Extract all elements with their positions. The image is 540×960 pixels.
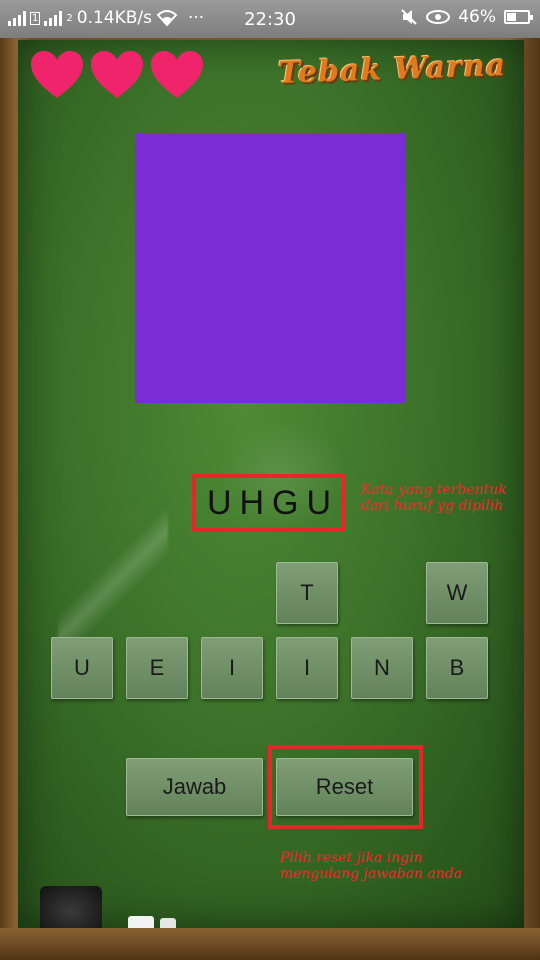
reset-highlight-box [268, 745, 423, 829]
letter-tile[interactable]: I [276, 637, 338, 699]
heart-icon [151, 51, 203, 98]
letter-tile[interactable]: N [351, 637, 413, 699]
eye-icon [426, 10, 451, 24]
heart-icon [31, 51, 83, 98]
word-note: Kata yang terbentuk dari huruf yg dipili… [361, 482, 507, 514]
letter-tile[interactable]: E [126, 637, 188, 699]
reset-note: Pilih reset jika ingin mengulang jawaban… [280, 850, 463, 882]
letter-tile[interactable]: T [276, 562, 338, 624]
battery-fill [507, 13, 517, 21]
eraser [40, 886, 102, 928]
chalk-piece [128, 916, 154, 928]
battery-icon [504, 10, 533, 24]
lives-hearts [30, 50, 204, 100]
status-bar: 1 2 0.14KB/s ··· 22:30 46% [0, 0, 540, 38]
letter-tile[interactable]: B [426, 637, 488, 699]
current-word: UHGU [206, 483, 340, 522]
letter-tile[interactable]: U [51, 637, 113, 699]
wooden-frame: Tebak Warna UHGU Kata yang terbentuk dar… [0, 38, 540, 960]
letter-tile[interactable]: W [426, 562, 488, 624]
mute-icon [401, 9, 417, 25]
word-display-box: UHGU [192, 474, 346, 532]
chalkboard: Tebak Warna UHGU Kata yang terbentuk dar… [18, 40, 524, 928]
heart-icon [91, 51, 143, 98]
battery-percent: 46% [458, 7, 496, 27]
letter-tile[interactable]: I [201, 637, 263, 699]
color-swatch [135, 133, 405, 403]
bottom-rail [0, 928, 540, 960]
answer-button[interactable]: Jawab [126, 758, 263, 816]
chalk-piece [160, 918, 176, 928]
status-right: 46% [400, 7, 533, 27]
game-logo: Tebak Warna [277, 48, 507, 91]
